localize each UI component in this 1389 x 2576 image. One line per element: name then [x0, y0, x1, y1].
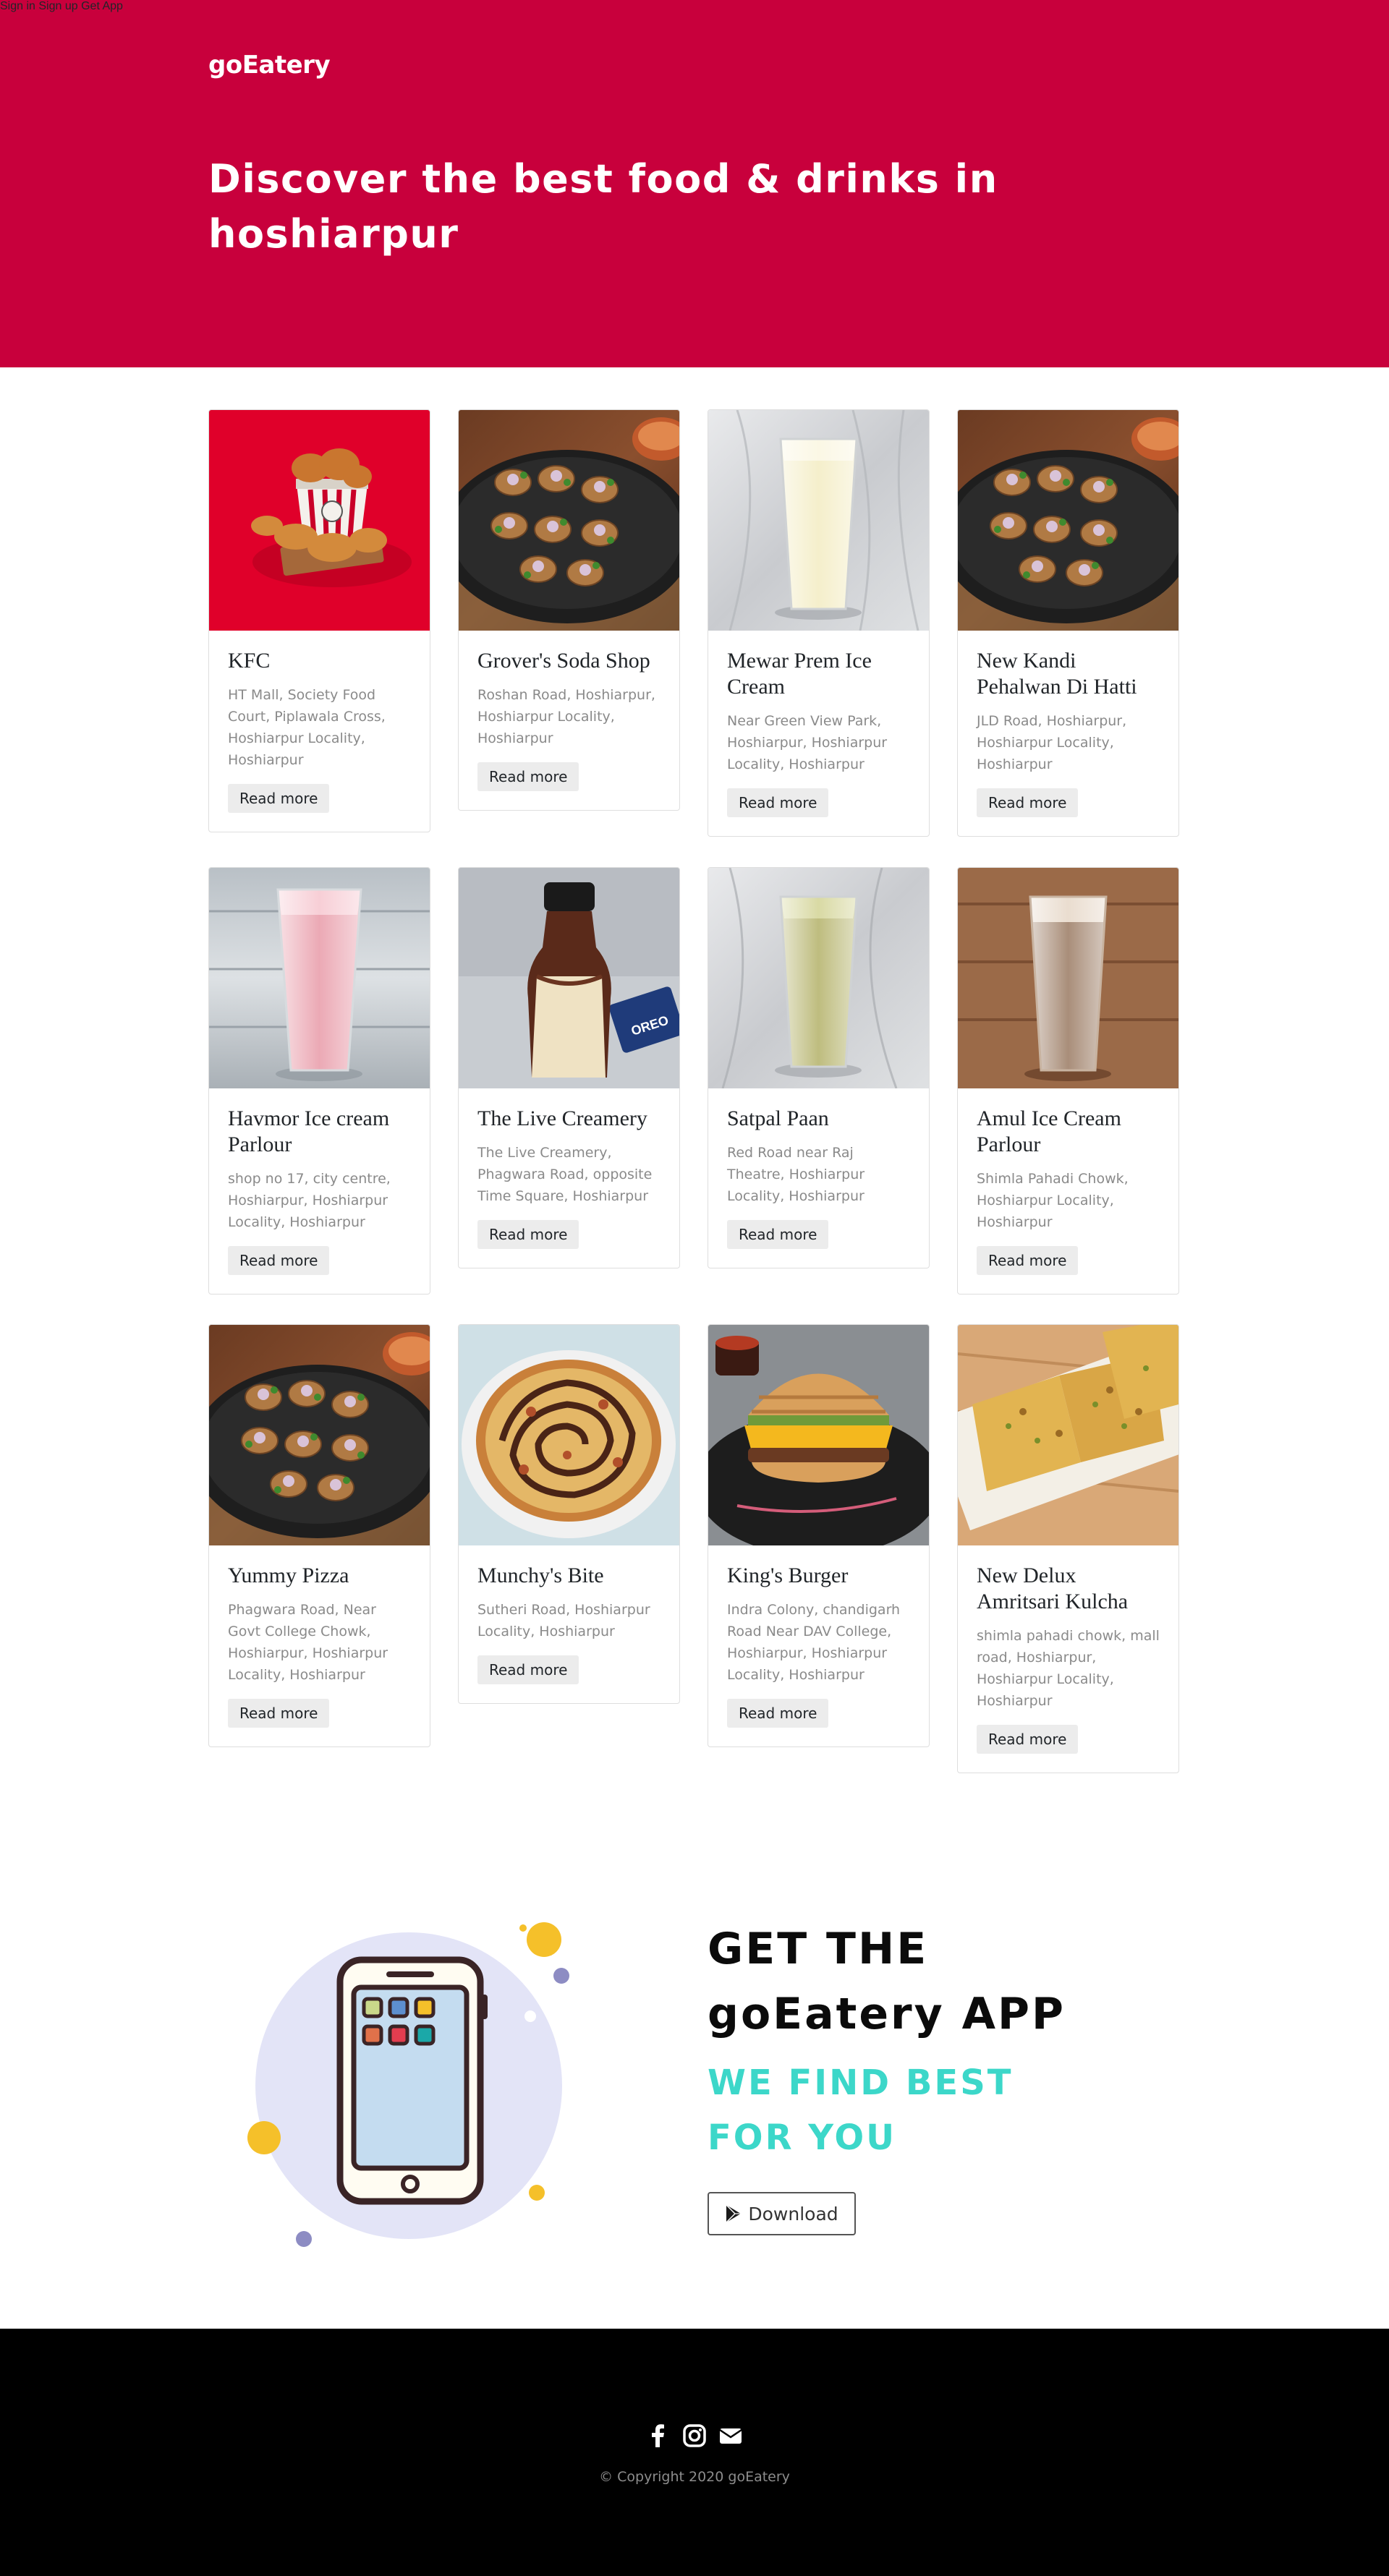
- read-more-button[interactable]: Read more: [477, 1220, 579, 1249]
- instagram-icon[interactable]: [681, 2423, 708, 2449]
- chaat-plate-image[interactable]: [209, 1325, 430, 1545]
- read-more-button[interactable]: Read more: [727, 1699, 829, 1728]
- restaurant-name[interactable]: New Delux Amritsari Kulcha: [977, 1563, 1160, 1615]
- restaurant-name[interactable]: Grover's Soda Shop: [477, 648, 660, 674]
- restaurant-name[interactable]: New Kandi Pehalwan Di Hatti: [977, 648, 1160, 700]
- restaurant-address: JLD Road, Hoshiarpur, Hoshiarpur Localit…: [977, 713, 1127, 772]
- restaurant-address: Roshan Road, Hoshiarpur, Hoshiarpur Loca…: [477, 687, 655, 746]
- facebook-icon[interactable]: [645, 2423, 671, 2449]
- read-more-button[interactable]: Read more: [727, 1220, 829, 1249]
- restaurant-name[interactable]: The Live Creamery: [477, 1106, 660, 1132]
- read-more-button[interactable]: Read more: [228, 1246, 330, 1275]
- restaurant-card[interactable]: KFC HT Mall, Society Food Court, Piplawa…: [208, 409, 430, 832]
- restaurant-name[interactable]: Mewar Prem Ice Cream: [727, 648, 910, 700]
- restaurant-name[interactable]: Havmor Ice cream Parlour: [228, 1106, 411, 1158]
- brand-logo[interactable]: goEatery: [208, 51, 331, 80]
- paan-shake-image[interactable]: [708, 868, 929, 1088]
- restaurant-name[interactable]: Munchy's Bite: [477, 1563, 660, 1589]
- restaurant-address: HT Mall, Society Food Court, Piplawala C…: [228, 687, 386, 768]
- read-more-button[interactable]: Read more: [477, 762, 579, 791]
- strawberry-shake-image[interactable]: [209, 868, 430, 1088]
- restaurant-address: Indra Colony, chandigarh Road Near DAV C…: [727, 1602, 901, 1683]
- restaurant-address: Near Green View Park, Hoshiarpur, Hoshia…: [727, 713, 888, 772]
- milk-bottle-image[interactable]: OREO: [459, 868, 679, 1088]
- cold-coffee-image[interactable]: [958, 868, 1178, 1088]
- restaurant-address: shimla pahadi chowk, mall road, Hoshiarp…: [977, 1628, 1160, 1709]
- social-links: [637, 2423, 752, 2452]
- chaat-plate-image[interactable]: [958, 410, 1178, 631]
- burger-image[interactable]: [708, 1325, 929, 1545]
- restaurant-name[interactable]: Amul Ice Cream Parlour: [977, 1106, 1160, 1158]
- restaurant-address: Sutheri Road, Hoshiarpur Locality, Hoshi…: [477, 1602, 650, 1639]
- hero-header: goEatery Sign in Sign up Get App Discove…: [0, 0, 1389, 367]
- restaurant-card[interactable]: OREO The Live Creamery The Live Creamery…: [458, 867, 680, 1268]
- vanilla-shake-image[interactable]: [708, 410, 929, 631]
- envelope-icon[interactable]: [718, 2423, 744, 2449]
- restaurant-name[interactable]: Yummy Pizza: [228, 1563, 411, 1589]
- top-nav: Sign in Sign up Get App: [0, 0, 1389, 13]
- nav-get-app[interactable]: Get App: [81, 0, 123, 12]
- read-more-button[interactable]: Read more: [228, 1699, 330, 1728]
- app-subtitle-line-1: WE FIND BEST: [708, 2063, 1014, 2103]
- restaurant-name[interactable]: Satpal Paan: [727, 1106, 910, 1132]
- restaurant-card[interactable]: New Delux Amritsari Kulcha shimla pahadi…: [957, 1324, 1179, 1773]
- footer: © Copyright 2020 goEatery: [0, 2329, 1389, 2576]
- download-button[interactable]: Download: [708, 2192, 856, 2235]
- fried-chicken-bucket-image[interactable]: [209, 410, 430, 631]
- restaurant-card[interactable]: Mewar Prem Ice Cream Near Green View Par…: [708, 409, 930, 837]
- read-more-button[interactable]: Read more: [977, 788, 1079, 817]
- copyright-text: © Copyright 2020 goEatery: [599, 2469, 790, 2485]
- app-title-line-2: goEatery APP: [708, 1989, 1066, 2039]
- page-title: Discover the best food & drinks in hoshi…: [208, 156, 998, 257]
- read-more-button[interactable]: Read more: [727, 788, 829, 817]
- restaurant-card[interactable]: Yummy Pizza Phagwara Road, Near Govt Col…: [208, 1324, 430, 1747]
- restaurant-card[interactable]: Munchy's Bite Sutheri Road, Hoshiarpur L…: [458, 1324, 680, 1704]
- restaurant-card[interactable]: New Kandi Pehalwan Di Hatti JLD Road, Ho…: [957, 409, 1179, 837]
- app-title-line-1: GET THE: [708, 1924, 929, 1974]
- app-subtitle-line-2: FOR YOU: [708, 2117, 897, 2158]
- download-label: Download: [748, 2203, 838, 2225]
- restaurant-card[interactable]: Havmor Ice cream Parlour shop no 17, cit…: [208, 867, 430, 1295]
- play-store-icon: [726, 2204, 742, 2223]
- nav-sign-in[interactable]: Sign in: [0, 0, 35, 12]
- restaurant-address: Phagwara Road, Near Govt College Chowk, …: [228, 1602, 388, 1683]
- restaurant-card[interactable]: Grover's Soda Shop Roshan Road, Hoshiarp…: [458, 409, 680, 811]
- restaurant-card[interactable]: King's Burger Indra Colony, chandigarh R…: [708, 1324, 930, 1747]
- restaurant-card[interactable]: Satpal Paan Red Road near Raj Theatre, H…: [708, 867, 930, 1268]
- read-more-button[interactable]: Read more: [228, 784, 330, 813]
- app-section-title: GET THE goEatery APP: [708, 1916, 1066, 2047]
- read-more-button[interactable]: Read more: [977, 1725, 1079, 1754]
- nav-sign-up[interactable]: Sign up: [38, 0, 77, 12]
- restaurant-address: Red Road near Raj Theatre, Hoshiarpur Lo…: [727, 1145, 865, 1204]
- restaurant-address: Shimla Pahadi Chowk, Hoshiarpur Locality…: [977, 1171, 1129, 1230]
- phone-illustration: [247, 1922, 569, 2247]
- restaurant-address: shop no 17, city centre, Hoshiarpur, Hos…: [228, 1171, 391, 1230]
- restaurant-address: The Live Creamery, Phagwara Road, opposi…: [477, 1145, 653, 1204]
- restaurant-name[interactable]: King's Burger: [727, 1563, 910, 1589]
- app-section-subtitle: WE FIND BEST FOR YOU: [708, 2055, 1014, 2165]
- restaurant-card[interactable]: Amul Ice Cream Parlour Shimla Pahadi Cho…: [957, 867, 1179, 1295]
- pizza-image[interactable]: [459, 1325, 679, 1545]
- restaurant-name[interactable]: KFC: [228, 648, 411, 674]
- read-more-button[interactable]: Read more: [477, 1655, 579, 1684]
- chaat-plate-image[interactable]: [459, 410, 679, 631]
- read-more-button[interactable]: Read more: [977, 1246, 1079, 1275]
- kulcha-image[interactable]: [958, 1325, 1178, 1545]
